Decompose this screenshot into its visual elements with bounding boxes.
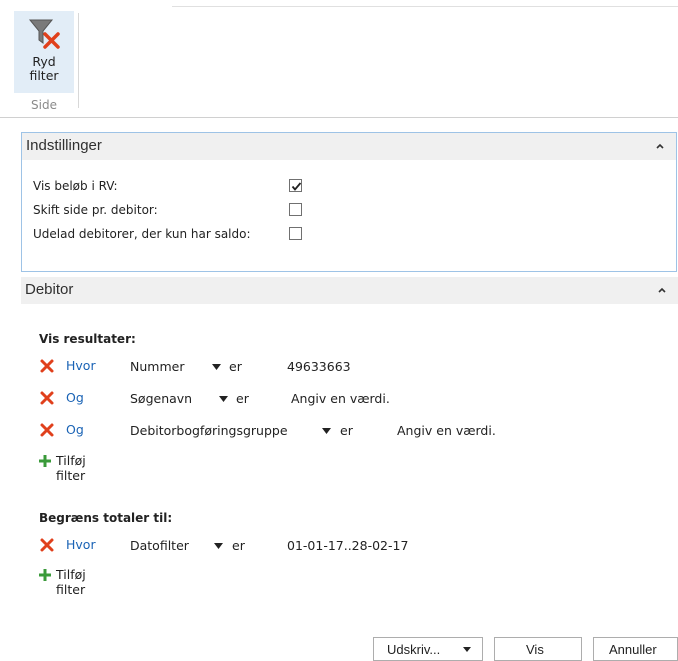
ribbon-group-label: Side: [31, 98, 57, 112]
chevron-up-icon[interactable]: [653, 140, 667, 152]
settings-title: Indstillinger: [26, 137, 102, 154]
plus-icon: [39, 569, 51, 581]
dropdown-arrow-icon[interactable]: [322, 428, 331, 434]
filter-operator: er: [232, 538, 245, 553]
checkmark-icon: [291, 182, 302, 191]
dropdown-arrow-icon[interactable]: [214, 543, 223, 549]
chevron-up-icon[interactable]: [655, 284, 669, 296]
setting-label: Vis beløb i RV:: [33, 179, 118, 193]
remove-filter-icon[interactable]: [39, 358, 55, 374]
setting-label: Skift side pr. debitor:: [33, 203, 158, 217]
remove-filter-icon[interactable]: [39, 390, 55, 406]
filter-keyword: Og: [66, 390, 84, 405]
cancel-button[interactable]: Annuller: [593, 637, 678, 661]
filter-operator: er: [340, 423, 353, 438]
clear-filter-label-line1: Ryd: [32, 54, 56, 69]
preview-button[interactable]: Vis: [494, 637, 582, 661]
add-filter-label: Tilføj filter: [56, 567, 86, 597]
filter-keyword: Og: [66, 422, 84, 437]
filter-field-select[interactable]: Søgenavn: [130, 391, 192, 406]
filter-value-input[interactable]: 49633663: [287, 359, 351, 374]
filter-value-input[interactable]: 01-01-17..28-02-17: [287, 538, 408, 553]
filter-field-select[interactable]: Debitorbogføringsgruppe: [130, 423, 288, 438]
debitor-title: Debitor: [25, 281, 74, 298]
ribbon-top-divider: [172, 6, 678, 7]
setting-label: Udelad debitorer, der kun har saldo:: [33, 227, 251, 241]
cancel-button-label: Annuller: [609, 642, 657, 657]
print-button-label: Udskriv...: [387, 642, 441, 657]
remove-filter-icon[interactable]: [39, 537, 55, 553]
add-filter-label: Tilføj filter: [56, 453, 86, 483]
print-button[interactable]: Udskriv...: [373, 637, 483, 661]
filter-field-select[interactable]: Datofilter: [130, 538, 189, 553]
plus-icon: [39, 455, 51, 467]
debitor-header[interactable]: Debitor: [21, 277, 678, 304]
settings-header[interactable]: Indstillinger: [22, 133, 676, 160]
totals-section-title: Begræns totaler til:: [39, 511, 173, 525]
clear-filter-label-line2: filter: [29, 68, 59, 83]
new-page-checkbox[interactable]: [289, 203, 302, 216]
filter-value-input[interactable]: Angiv en værdi.: [397, 423, 496, 438]
filter-field-select[interactable]: Nummer: [130, 359, 184, 374]
remove-filter-icon[interactable]: [39, 422, 55, 438]
ribbon-group-separator: [78, 13, 79, 108]
filter-operator: er: [236, 391, 249, 406]
dropdown-arrow-icon[interactable]: [219, 396, 228, 402]
dropdown-arrow-icon[interactable]: [212, 364, 221, 370]
ribbon-bottom-divider: [0, 117, 678, 118]
preview-button-label: Vis: [526, 642, 544, 657]
show-amount-checkbox[interactable]: [289, 179, 302, 192]
dropdown-arrow-icon[interactable]: [463, 647, 471, 652]
filter-keyword: Hvor: [66, 358, 96, 373]
filter-operator: er: [229, 359, 242, 374]
clear-filter-label: Ryd filter: [14, 55, 74, 83]
clear-filter-button[interactable]: Ryd filter: [14, 11, 74, 93]
filter-value-input[interactable]: Angiv en værdi.: [291, 391, 390, 406]
clear-filter-icon: [28, 19, 60, 49]
exclude-balance-checkbox[interactable]: [289, 227, 302, 240]
filter-keyword: Hvor: [66, 537, 96, 552]
settings-panel: Indstillinger Vis beløb i RV: Skift side…: [21, 132, 677, 272]
results-section-title: Vis resultater:: [39, 332, 136, 346]
